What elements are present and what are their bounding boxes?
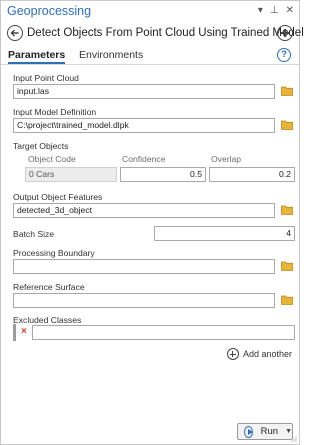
resize-grip-icon[interactable] <box>291 436 297 442</box>
input-model-definition-field[interactable]: C:\project\trained_model.dlpk <box>13 118 275 133</box>
row-marker <box>13 324 16 341</box>
tool-title: Detect Objects From Point Cloud Using Tr… <box>27 27 304 39</box>
help-icon[interactable]: ? <box>277 48 291 62</box>
input-point-cloud-label: Input Point Cloud <box>13 73 79 83</box>
pane-title: Geoprocessing <box>7 4 92 18</box>
tab-parameters[interactable]: Parameters <box>8 49 66 64</box>
column-header-confidence: Confidence <box>122 154 166 164</box>
processing-boundary-label: Processing Boundary <box>13 248 95 258</box>
column-header-overlap: Overlap <box>211 154 242 164</box>
auto-hide-pin-icon[interactable]: ⊥ <box>270 5 279 17</box>
output-object-features-label: Output Object Features <box>13 192 103 202</box>
run-button[interactable]: Run ▼ <box>237 423 293 440</box>
output-object-features-field[interactable]: detected_3d_object <box>13 203 275 218</box>
browse-output-features-button[interactable] <box>281 205 293 215</box>
geoprocessing-pane: Geoprocessing ▾ ⊥ ✕ Detect Objects From … <box>0 0 304 445</box>
run-play-icon <box>244 425 253 438</box>
batch-size-field[interactable]: 4 <box>154 226 295 241</box>
batch-size-label: Batch Size <box>13 229 55 239</box>
input-point-cloud-field[interactable]: input.las <box>13 84 275 99</box>
folder-icon <box>281 120 293 130</box>
folder-icon <box>281 86 293 96</box>
add-to-favorites-button[interactable] <box>277 25 293 41</box>
browse-input-point-cloud-button[interactable] <box>281 86 293 96</box>
reference-surface-label: Reference Surface <box>13 282 85 292</box>
close-icon[interactable]: ✕ <box>286 5 294 17</box>
run-label: Run <box>260 426 279 437</box>
back-button[interactable] <box>7 25 23 41</box>
excluded-classes-row: × <box>13 324 295 341</box>
options-dropdown-icon[interactable]: ▾ <box>258 5 263 17</box>
tab-environments[interactable]: Environments <box>79 49 143 61</box>
confidence-field[interactable]: 0.5 <box>120 167 206 182</box>
folder-icon <box>281 295 293 305</box>
remove-row-icon[interactable]: × <box>21 326 27 338</box>
arrow-left-icon <box>10 29 19 37</box>
processing-boundary-field[interactable] <box>13 259 275 274</box>
object-code-field: 0 Cars <box>25 167 117 182</box>
pane-title-bar: Geoprocessing ▾ ⊥ ✕ <box>1 1 299 23</box>
reference-surface-field[interactable] <box>13 293 275 308</box>
tool-header: Detect Objects From Point Cloud Using Tr… <box>1 23 304 45</box>
add-another-label: Add another <box>243 349 293 359</box>
add-another-button[interactable]: Add another <box>227 347 292 361</box>
run-options-caret-icon[interactable]: ▼ <box>285 428 292 435</box>
folder-icon <box>281 261 293 271</box>
browse-processing-boundary-button[interactable] <box>281 261 293 271</box>
pane-window-controls: ▾ ⊥ ✕ <box>258 5 294 17</box>
browse-reference-surface-button[interactable] <box>281 295 293 305</box>
tab-divider <box>1 64 299 65</box>
column-header-object-code: Object Code <box>28 154 76 164</box>
plus-circle-icon <box>227 348 239 360</box>
input-model-definition-label: Input Model Definition <box>13 107 97 117</box>
excluded-classes-field[interactable] <box>32 325 295 340</box>
overlap-field[interactable]: 0.2 <box>209 167 295 182</box>
tool-tabs: Parameters Environments ? <box>1 47 299 65</box>
target-objects-label: Target Objects <box>13 141 69 151</box>
browse-model-definition-button[interactable] <box>281 120 293 130</box>
folder-icon <box>281 205 293 215</box>
